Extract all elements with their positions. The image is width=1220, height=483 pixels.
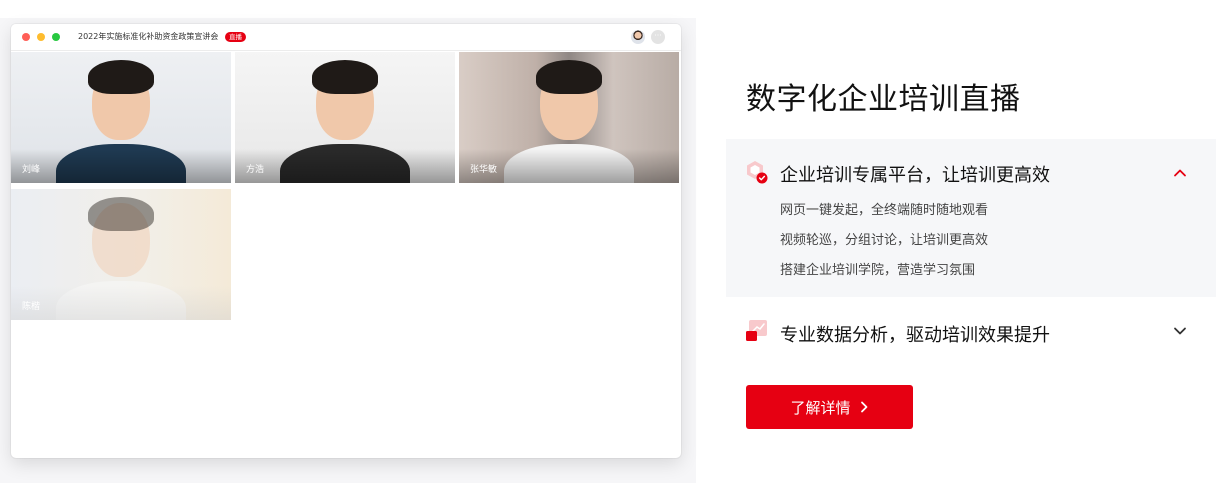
name-overlay: [11, 286, 231, 320]
meeting-window-preview: 2022年实施标准化补助资金政策宣讲会 直播 ··· 刘峰 方浩 张华敏 陈楷: [11, 24, 681, 458]
video-tile[interactable]: 方浩: [235, 52, 455, 183]
section-heading: 数字化企业培训直播: [746, 82, 1021, 117]
participant-name: 陈楷: [22, 302, 41, 312]
name-overlay: [11, 149, 231, 183]
participant-hair: [536, 60, 602, 94]
video-tile[interactable]: 陈楷: [11, 189, 231, 320]
feature-title-platform[interactable]: 企业培训专属平台，让培训更高效: [780, 161, 1050, 187]
learn-more-button[interactable]: 了解详情: [746, 385, 913, 429]
feature-detail-item: 视频轮巡，分组讨论，让培训更高效: [780, 233, 989, 248]
minimize-window-dot[interactable]: [37, 33, 45, 41]
video-tile[interactable]: 刘峰: [11, 52, 231, 183]
participant-name: 张华敏: [470, 165, 498, 175]
participant-hair: [88, 60, 154, 94]
video-tile[interactable]: 张华敏: [459, 52, 679, 183]
analytics-icon: [746, 320, 767, 341]
feature-title-analytics[interactable]: 专业数据分析，驱动培训效果提升: [780, 321, 1050, 347]
user-avatar[interactable]: [631, 30, 645, 44]
window-titlebar: 2022年实施标准化补助资金政策宣讲会 直播 ···: [11, 24, 681, 51]
chevron-up-icon[interactable]: [1172, 165, 1188, 181]
window-title: 2022年实施标准化补助资金政策宣讲会: [78, 32, 219, 41]
close-window-dot[interactable]: [22, 33, 30, 41]
platform-icon: [747, 161, 768, 184]
participant-name: 刘峰: [22, 165, 41, 175]
feature-detail-item: 网页一键发起，全终端随时随地观看: [780, 203, 989, 218]
chevron-down-icon[interactable]: [1172, 323, 1188, 339]
participant-hair: [312, 60, 378, 94]
live-badge: 直播: [225, 32, 246, 42]
feature-detail-item: 搭建企业培训学院，营造学习氛围: [780, 263, 976, 278]
maximize-window-dot[interactable]: [52, 33, 60, 41]
participant-hair: [88, 197, 154, 231]
more-options-icon[interactable]: ···: [651, 30, 665, 44]
chevron-right-icon: [860, 401, 867, 413]
name-overlay: [235, 149, 455, 183]
participant-name: 方浩: [246, 165, 265, 175]
learn-more-label: 了解详情: [790, 398, 851, 417]
